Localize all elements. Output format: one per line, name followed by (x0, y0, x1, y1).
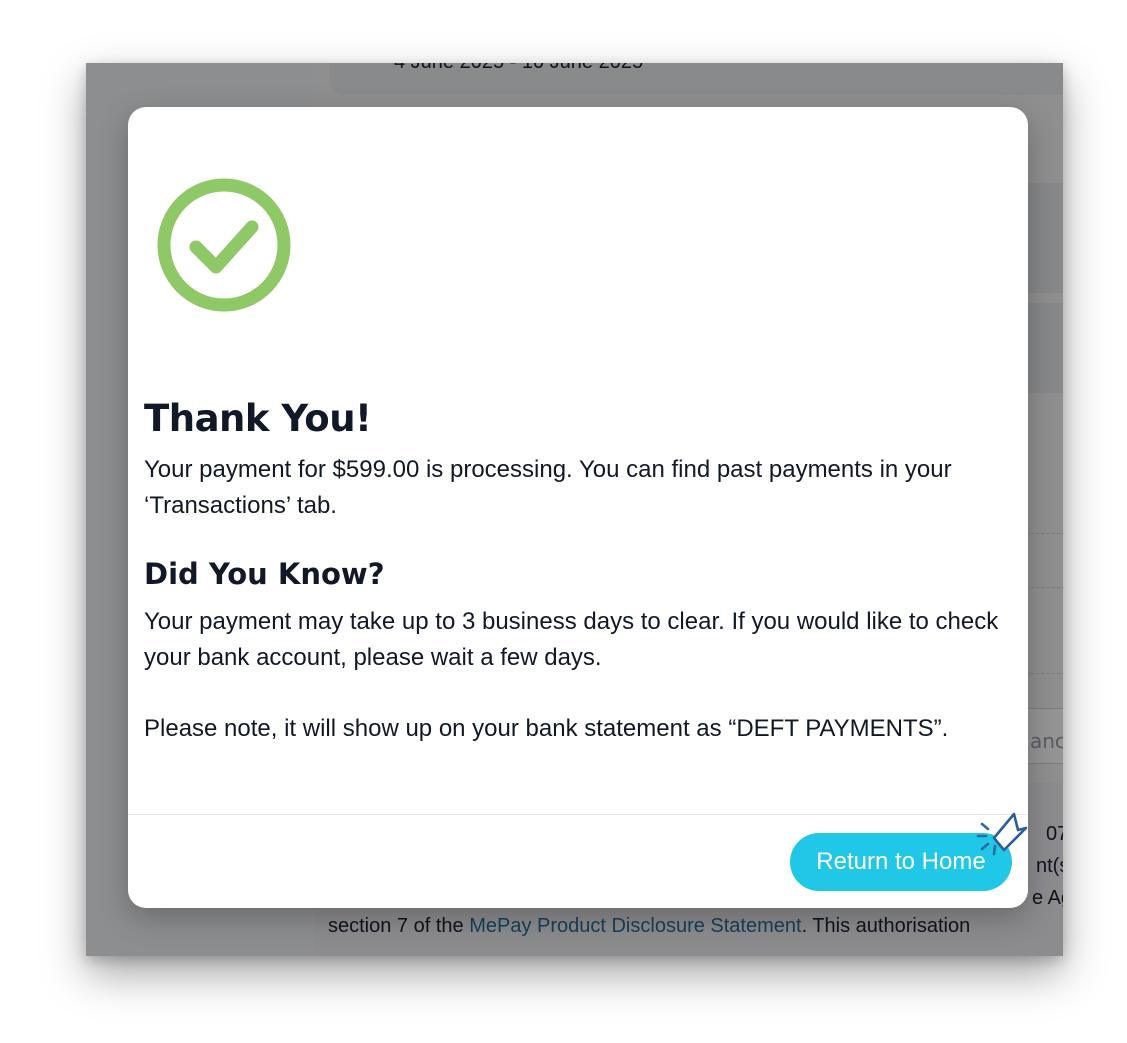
check-circle-icon (157, 178, 291, 312)
did-you-know-heading: Did You Know? (144, 557, 385, 591)
payment-message: Your payment for $599.00 is processing. … (144, 456, 952, 519)
dialog-title: Thank You! (144, 397, 372, 440)
clearing-info: Your payment may take up to 3 business d… (144, 608, 999, 671)
dialog-divider (128, 814, 1028, 815)
cursor-click-icon (976, 812, 1028, 856)
statement-note: Please note, it will show up on your ban… (144, 715, 949, 742)
payment-success-dialog: Thank You! Your payment for $599.00 is p… (128, 107, 1028, 908)
